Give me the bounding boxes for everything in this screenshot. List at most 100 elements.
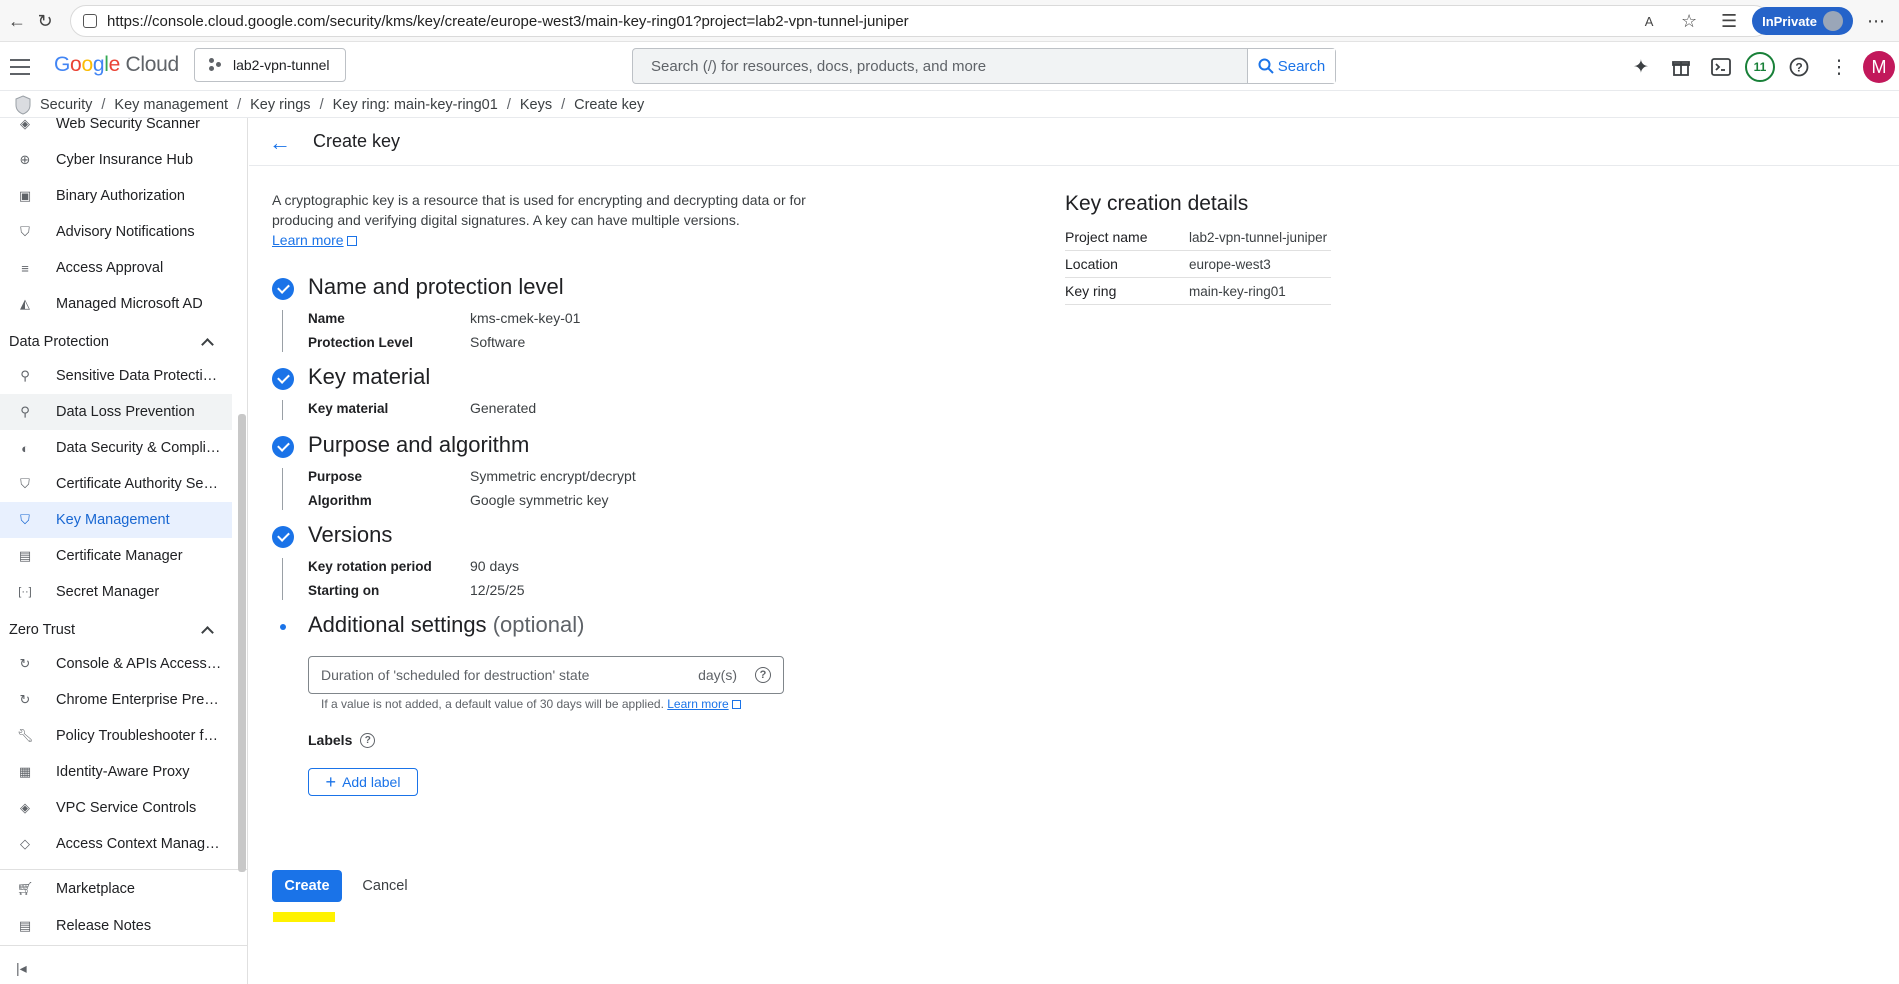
back-arrow-icon[interactable]: ←: [269, 130, 291, 156]
wrench-icon: 🔧︎: [16, 728, 34, 743]
menu-icon[interactable]: [8, 55, 32, 79]
sidebar-item-managed-microsoft-ad[interactable]: ◭ Managed Microsoft AD: [0, 286, 232, 322]
collapse-sidebar-icon[interactable]: |◂: [16, 960, 27, 977]
cancel-button[interactable]: Cancel: [350, 870, 420, 902]
step-title: Purpose and algorithm: [308, 432, 530, 457]
search-icon: ⚲: [20, 404, 30, 419]
breadcrumb-item[interactable]: Keys: [520, 97, 552, 113]
summary-row: Key material Generated: [308, 400, 536, 416]
sidebar-item-policy-troubleshooter[interactable]: 🔧︎ Policy Troubleshooter f…: [0, 718, 232, 754]
sidebar-item-binary-authorization[interactable]: ▣ Binary Authorization: [0, 178, 232, 214]
sidebar-item-cyber-insurance-hub[interactable]: ⊕ Cyber Insurance Hub: [0, 142, 232, 178]
sidebar-item-data-security[interactable]: ◐ Data Security & Compli…: [0, 430, 232, 466]
address-bar[interactable]: https://console.cloud.google.com/securit…: [70, 5, 1770, 37]
sidebar-item-certificate-authority[interactable]: ⛉ Certificate Authority Se…: [0, 466, 232, 502]
section-label: Zero Trust: [9, 622, 76, 638]
details-key: Project name: [1065, 229, 1148, 245]
duration-hint: If a value is not added, a default value…: [321, 697, 741, 711]
scanner-icon: ◈: [20, 118, 30, 131]
sidebar-item-label: Binary Authorization: [56, 188, 185, 204]
sidebar-item-label: Release Notes: [56, 918, 152, 934]
breadcrumb-item[interactable]: Key ring: main-key-ring01: [333, 97, 498, 113]
destruction-duration-input[interactable]: Duration of 'scheduled for destruction' …: [308, 656, 784, 694]
create-button[interactable]: Create: [272, 870, 342, 902]
search-input[interactable]: Search (/) for resources, docs, products…: [633, 49, 1247, 83]
browser-toolbar: ← ↻ https://console.cloud.google.com/sec…: [0, 0, 1899, 42]
sidebar-item-label: Managed Microsoft AD: [56, 296, 203, 312]
breadcrumb-item[interactable]: Security: [40, 97, 92, 113]
header-actions: ✦ 11 ? ⋮ M: [1625, 43, 1899, 91]
sidebar-item-sensitive-data-protection[interactable]: ⚲ Sensitive Data Protecti…: [0, 358, 232, 394]
summary-value: Symmetric encrypt/decrypt: [470, 468, 636, 484]
step-line: [282, 558, 283, 600]
summary-value: Software: [470, 334, 526, 350]
help-icon[interactable]: ?: [360, 732, 376, 748]
breadcrumb-item[interactable]: Key rings: [250, 97, 310, 113]
sidebar-item-marketplace[interactable]: 🛒︎ Marketplace: [0, 871, 232, 907]
sidebar-item-access-approval[interactable]: ≡ Access Approval: [0, 250, 232, 286]
sidebar-item-web-security-scanner[interactable]: ◈ Web Security Scanner: [0, 118, 232, 142]
page-header: ← Create key: [249, 118, 1899, 166]
sidebar-item-label: Access Approval: [56, 260, 164, 276]
gift-icon[interactable]: [1665, 51, 1697, 83]
sidebar-item-advisory-notifications[interactable]: ⛉ Advisory Notifications: [0, 214, 232, 250]
inprivate-badge[interactable]: InPrivate: [1752, 7, 1853, 35]
sidebar-item-console-apis-access[interactable]: ↻ Console & APIs Access…: [0, 646, 232, 682]
section-zero-trust[interactable]: Zero Trust: [0, 615, 232, 645]
details-row: Key ring main-key-ring01: [1065, 278, 1331, 305]
sidebar-item-access-context-manager[interactable]: ◇ Access Context Manag…: [0, 826, 232, 862]
read-aloud-icon[interactable]: A: [1632, 4, 1666, 38]
summary-key: Key material: [308, 401, 389, 416]
sidebar-item-secret-manager[interactable]: [··] Secret Manager: [0, 574, 232, 610]
favorite-icon[interactable]: ☆: [1672, 4, 1706, 38]
help-icon[interactable]: ?: [1783, 51, 1815, 83]
more-icon[interactable]: ⋯: [1859, 4, 1893, 38]
gemini-icon[interactable]: ✦: [1625, 51, 1657, 83]
globe-icon: ⊕: [19, 152, 31, 167]
highlight-marker: [273, 912, 335, 922]
favorites-list-icon[interactable]: ☰: [1712, 4, 1746, 38]
google-cloud-logo[interactable]: Google Cloud: [54, 53, 179, 77]
summary-key: Starting on: [308, 583, 380, 598]
summary-key: Algorithm: [308, 493, 372, 508]
details-key: Location: [1065, 256, 1118, 272]
sidebar-item-chrome-enterprise[interactable]: ↻ Chrome Enterprise Pre…: [0, 682, 232, 718]
hint-learn-more-link[interactable]: Learn more: [667, 697, 728, 711]
summary-value: 12/25/25: [470, 582, 525, 598]
sidebar-item-label: Sensitive Data Protecti…: [56, 368, 218, 384]
add-label-button[interactable]: + Add label: [308, 768, 418, 796]
svg-text:?: ?: [1795, 61, 1802, 75]
sidebar-item-release-notes[interactable]: ▤ Release Notes: [0, 908, 232, 944]
sidebar-item-label: Identity-Aware Proxy: [56, 764, 190, 780]
notes-icon: ▤: [18, 918, 32, 933]
project-picker[interactable]: lab2-vpn-tunnel: [194, 48, 346, 82]
search-bar[interactable]: Search (/) for resources, docs, products…: [632, 48, 1336, 84]
learn-more-link[interactable]: Learn more: [272, 232, 344, 248]
sidebar-item-label: Data Security & Compli…: [56, 440, 221, 456]
notifications-badge[interactable]: 11: [1745, 52, 1775, 82]
sidebar-scrollbar[interactable]: [238, 414, 246, 872]
step-line: [282, 468, 283, 510]
sidebar-item-identity-aware-proxy[interactable]: ▦ Identity-Aware Proxy: [0, 754, 232, 790]
certificate-icon: ▤: [18, 548, 32, 563]
section-data-protection[interactable]: Data Protection: [0, 327, 232, 357]
breadcrumb-item[interactable]: Key management: [114, 97, 228, 113]
sidebar-item-certificate-manager[interactable]: ▤ Certificate Manager: [0, 538, 232, 574]
refresh-icon[interactable]: ↻: [28, 4, 62, 38]
sidebar-item-key-management[interactable]: ⛉ Key Management: [0, 502, 232, 538]
step-title: Versions: [308, 522, 393, 547]
chevron-up-icon: [201, 338, 214, 351]
current-step-dot: [280, 624, 286, 630]
details-value: europe-west3: [1189, 256, 1271, 272]
more-vert-icon[interactable]: ⋮: [1823, 51, 1855, 83]
help-icon[interactable]: ?: [755, 667, 771, 683]
sidebar-item-vpc-service-controls[interactable]: ◈ VPC Service Controls: [0, 790, 232, 826]
step-title-text: Additional settings: [308, 612, 487, 637]
sidebar-item-label: Policy Troubleshooter f…: [56, 728, 218, 744]
search-button[interactable]: Search: [1247, 49, 1335, 83]
cloud-shell-icon[interactable]: [1705, 51, 1737, 83]
avatar[interactable]: M: [1863, 51, 1895, 83]
summary-row: Starting on 12/25/25: [308, 582, 525, 598]
site-info-icon[interactable]: [83, 14, 97, 28]
sidebar-item-data-loss-prevention[interactable]: ⚲ Data Loss Prevention: [0, 394, 232, 430]
